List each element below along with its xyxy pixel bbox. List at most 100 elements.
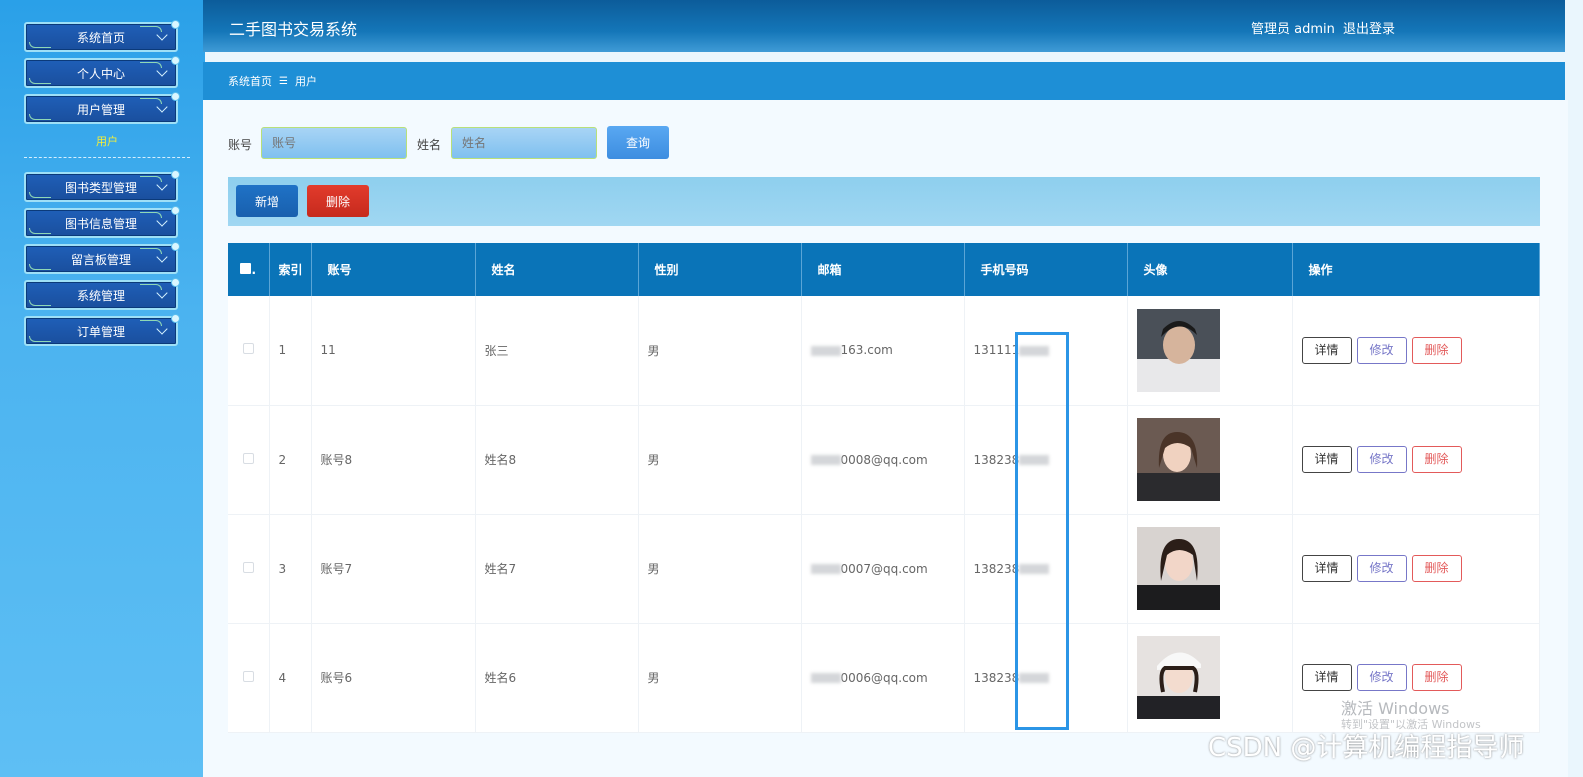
- admin-label: 管理员 admin: [1251, 22, 1335, 37]
- detail-button[interactable]: 详情: [1301, 555, 1352, 582]
- ornament-icon: [29, 114, 51, 120]
- query-button[interactable]: 查询: [607, 126, 669, 159]
- sidebar-item-label: 用户管理: [76, 102, 125, 117]
- dot-icon: [171, 242, 180, 251]
- dot-icon: [171, 206, 180, 215]
- sidebar-submenu-user[interactable]: 用户: [24, 133, 190, 158]
- ornament-icon: [29, 192, 51, 198]
- redaction-blur: [810, 345, 841, 356]
- dot-icon: [171, 170, 180, 179]
- column-header-phone: 手机号码: [964, 243, 1128, 296]
- cell-name: 姓名6: [475, 623, 639, 733]
- delete-button[interactable]: 删除: [1411, 336, 1462, 364]
- ornament-icon: [29, 336, 51, 342]
- column-header-account: 账号: [311, 243, 476, 296]
- edit-button[interactable]: 修改: [1356, 664, 1407, 691]
- cell-name: 姓名7: [475, 514, 639, 624]
- delete-button[interactable]: 删除: [1411, 446, 1462, 473]
- cell-actions: 详情 修改 删除: [1292, 296, 1540, 406]
- sidebar-item-label: 系统管理: [76, 288, 125, 303]
- cell-phone-text: 138238: [973, 561, 1020, 576]
- cell-email-text: 0008@qq.com: [840, 452, 928, 467]
- breadcrumb: 系统首页 ☰ 用户: [203, 62, 1565, 100]
- cell-gender: 男: [638, 296, 802, 406]
- name-input[interactable]: [451, 127, 597, 159]
- sidebar-item-label: 系统首页: [76, 30, 125, 45]
- column-header-actions: 操作: [1292, 243, 1540, 296]
- app-title: 二手图书交易系统: [229, 20, 358, 39]
- column-header-gender: 性别: [638, 243, 802, 296]
- table-row: 3 账号7 姓名7 男 0007@qq.com 138238 详情 修改 删除: [228, 514, 1540, 624]
- cell-account: 账号7: [311, 514, 476, 624]
- cell-email: 0008@qq.com: [801, 405, 965, 515]
- delete-button[interactable]: 删除: [1411, 555, 1462, 582]
- dot-icon: [171, 314, 180, 323]
- breadcrumb-home[interactable]: 系统首页: [228, 73, 272, 89]
- cell-account: 11: [311, 296, 476, 406]
- cell-gender: 男: [638, 514, 802, 624]
- cell-account: 账号6: [311, 623, 476, 733]
- cell-gender: 男: [638, 405, 802, 515]
- sidebar-item-book-info[interactable]: 图书信息管理: [24, 206, 180, 238]
- cell-account: 账号8: [311, 405, 476, 515]
- ornament-icon: [29, 78, 51, 84]
- sidebar-item-users[interactable]: 用户管理: [24, 92, 180, 124]
- column-header-name: 姓名: [475, 243, 639, 296]
- breadcrumb-current: 用户: [294, 75, 317, 88]
- breadcrumb-separator-icon: ☰: [279, 75, 288, 87]
- redaction-blur: [810, 673, 841, 683]
- sidebar-item-orders[interactable]: 订单管理: [24, 314, 180, 346]
- add-button[interactable]: 新增: [236, 185, 298, 217]
- ornament-icon: [29, 228, 51, 234]
- detail-button[interactable]: 详情: [1301, 336, 1352, 364]
- redaction-blur: [810, 455, 841, 465]
- column-header-avatar: 头像: [1127, 243, 1293, 296]
- account-input[interactable]: [261, 127, 407, 159]
- cell-actions: 详情 修改 删除: [1292, 405, 1540, 515]
- sidebar: 系统首页 个人中心 用户管理 用户 图书类型管理 图书信息管理 留言板管理 系统…: [0, 0, 205, 777]
- cell-email-text: 163.com: [840, 343, 893, 358]
- edit-button[interactable]: 修改: [1356, 446, 1407, 473]
- row-checkbox[interactable]: [242, 561, 254, 573]
- delete-button[interactable]: 删除: [1411, 664, 1462, 691]
- batch-delete-button[interactable]: 删除: [307, 185, 369, 217]
- logout-link[interactable]: 退出登录: [1343, 18, 1395, 37]
- select-all-checkbox[interactable]: .: [228, 243, 270, 296]
- redaction-blur: [810, 564, 841, 574]
- action-bar: [228, 177, 1540, 226]
- row-checkbox[interactable]: [242, 452, 254, 464]
- sidebar-item-system[interactable]: 系统管理: [24, 278, 180, 310]
- app-header: 二手图书交易系统 管理员 admin 退出登录: [203, 0, 1565, 52]
- edit-button[interactable]: 修改: [1356, 555, 1407, 582]
- edit-button[interactable]: 修改: [1356, 336, 1407, 364]
- cell-avatar: [1127, 296, 1293, 406]
- cell-gender: 男: [638, 623, 802, 733]
- sidebar-item-profile[interactable]: 个人中心: [24, 56, 180, 88]
- row-checkbox[interactable]: [242, 670, 254, 682]
- detail-button[interactable]: 详情: [1301, 446, 1352, 473]
- cell-email: 0007@qq.com: [801, 514, 965, 624]
- cell-avatar: [1127, 623, 1293, 733]
- cell-phone-text: 138238: [973, 452, 1020, 467]
- cell-phone-text: 131111: [973, 343, 1020, 358]
- dot-icon: [171, 20, 180, 29]
- detail-button[interactable]: 详情: [1301, 664, 1352, 691]
- cell-avatar: [1127, 514, 1293, 624]
- row-checkbox[interactable]: [242, 343, 254, 355]
- sidebar-item-book-types[interactable]: 图书类型管理: [24, 170, 180, 202]
- dot-icon: [171, 56, 180, 65]
- table-row: 2 账号8 姓名8 男 0008@qq.com 138238 详情 修改 删除: [228, 405, 1540, 515]
- column-header-index: 索引: [269, 243, 312, 296]
- table-row: 1 11 张三 男 163.com 131111 详情 修改 删除: [228, 296, 1540, 406]
- cell-email-text: 0006@qq.com: [840, 670, 928, 685]
- sidebar-item-message-board[interactable]: 留言板管理: [24, 242, 180, 274]
- table-header-row: . 索引 账号 姓名 性别 邮箱 手机号码 头像 操作: [228, 243, 1540, 296]
- cell-avatar: [1127, 405, 1293, 515]
- dot-icon: [171, 278, 180, 287]
- cell-index: 3: [269, 514, 312, 624]
- cell-index: 4: [269, 623, 312, 733]
- cell-actions: 详情 修改 删除: [1292, 514, 1540, 624]
- ornament-icon: [29, 264, 51, 270]
- sidebar-item-home[interactable]: 系统首页: [24, 20, 180, 52]
- cell-index: 2: [269, 405, 312, 515]
